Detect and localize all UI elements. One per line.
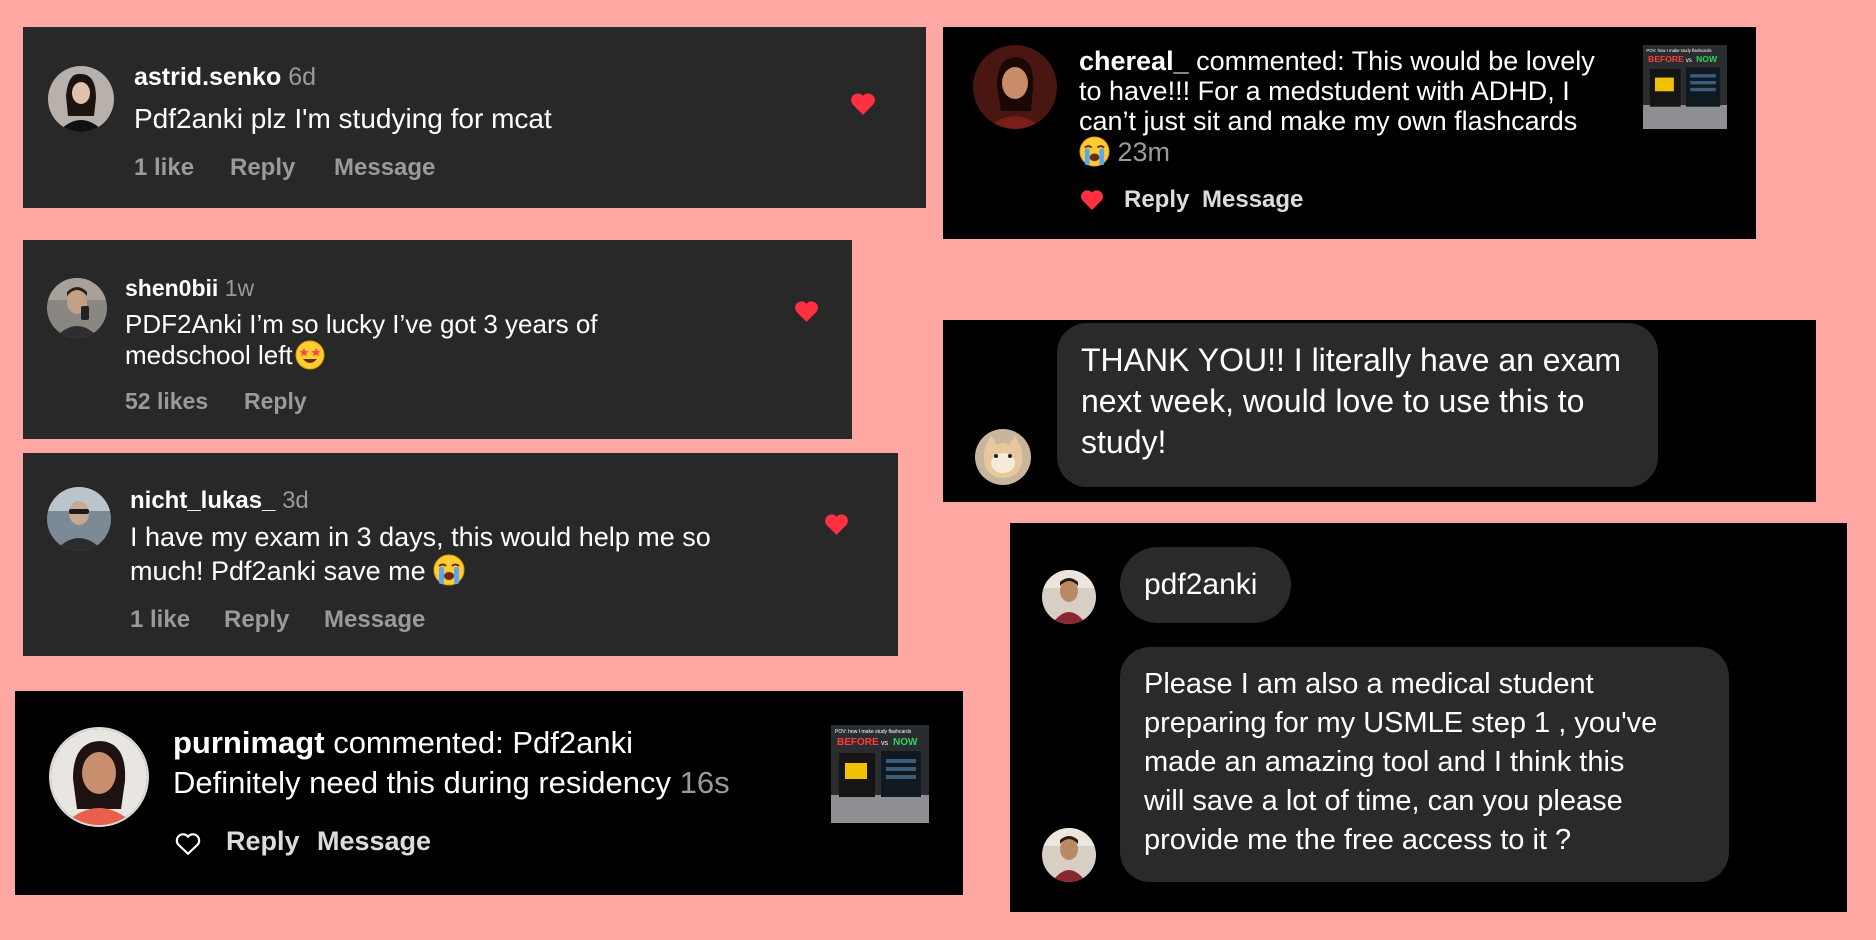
comment-card-nicht: nicht_lukas_ 3d I have my exam in 3 days… [23, 453, 898, 656]
heart-filled-icon[interactable] [1080, 189, 1104, 211]
thumb-before: BEFORE [1648, 54, 1684, 64]
message-button[interactable]: Message [324, 606, 425, 634]
crying-face-emoji-icon [1079, 136, 1110, 167]
thumb-now: NOW [1696, 54, 1718, 64]
avatar[interactable] [47, 487, 111, 551]
reply-button[interactable]: Reply [244, 388, 307, 415]
heart-filled-icon[interactable] [824, 513, 849, 536]
username[interactable]: purnimagt [173, 725, 325, 760]
reply-button[interactable]: Reply [1124, 186, 1189, 214]
notification-line1: chereal_ commented: This would be lovely [1079, 46, 1595, 77]
heart-outline-icon[interactable] [175, 832, 201, 856]
comment-text-line2: to have!!! For a medstudent with ADHD, I [1079, 76, 1570, 106]
message-line: THANK YOU!! I literally have an exam [1081, 342, 1622, 378]
message-line: preparing for my USMLE step 1 , you've [1144, 707, 1658, 739]
thumb-caption: POV: how I make study flashcards [835, 729, 912, 735]
message-button[interactable]: Message [317, 826, 431, 857]
comment-text-line2: much! Pdf2anki save me [130, 554, 465, 587]
timestamp: 23m [1117, 137, 1171, 167]
crying-face-emoji-icon [433, 554, 465, 586]
thumb-vs: vs [1686, 58, 1692, 64]
post-thumbnail[interactable]: POV: how I make study flashcards BEFORE … [1643, 45, 1727, 129]
notification-line2: Definitely need this during residency 16… [173, 765, 730, 801]
notification-line1: purnimagt commented: Pdf2anki [173, 725, 633, 761]
message-bubble[interactable]: pdf2anki [1120, 547, 1291, 623]
reply-button[interactable]: Reply [230, 154, 295, 182]
username[interactable]: astrid.senko 6d [134, 63, 316, 92]
message-line: next week, would love to use this to [1081, 383, 1585, 419]
post-thumbnail[interactable]: POV: how I make study flashcards BEFORE … [831, 725, 929, 823]
username-text[interactable]: astrid.senko [134, 63, 281, 91]
thumb-before: BEFORE [837, 737, 879, 748]
comment-text-line2: medschool left [125, 340, 325, 371]
reply-button[interactable]: Reply [226, 826, 300, 857]
message-button[interactable]: Message [1202, 186, 1303, 214]
message-bubble[interactable]: Please I am also a medical student prepa… [1120, 647, 1729, 882]
thumb-caption: POV: how I make study flashcards [1646, 48, 1711, 53]
comment-card-astrid: astrid.senko 6d Pdf2anki plz I'm studyin… [23, 27, 926, 208]
avatar[interactable] [47, 278, 107, 338]
comment-text-line2-text: medschool left [125, 340, 293, 370]
comment-text-line1: commented: This would be lovely [1196, 46, 1595, 76]
comment-text-line3: can’t just sit and make my own flashcard… [1079, 106, 1578, 136]
dm-thread-1: THANK YOU!! I literally have an exam nex… [943, 320, 1816, 502]
avatar[interactable] [49, 727, 149, 827]
reply-button[interactable]: Reply [224, 606, 289, 634]
star-struck-emoji-icon [295, 340, 325, 370]
comment-notification-purnimagt: purnimagt commented: Pdf2anki Definitely… [15, 691, 963, 895]
thumb-now: NOW [893, 737, 918, 748]
heart-filled-icon[interactable] [850, 92, 876, 116]
notification-commented: commented: Pdf2anki [333, 725, 634, 760]
username[interactable]: chereal_ [1079, 46, 1189, 76]
username-text[interactable]: nicht_lukas_ [130, 487, 275, 514]
comment-notification-chereal: chereal_ commented: This would be lovely… [943, 27, 1756, 239]
comment-text-line2-text: much! Pdf2anki save me [130, 556, 426, 586]
username[interactable]: nicht_lukas_ 3d [130, 487, 309, 515]
dm-thread-2: pdf2anki Please I am also a medical stud… [1010, 523, 1847, 912]
timestamp: 6d [288, 63, 317, 91]
message-button[interactable]: Message [334, 154, 435, 182]
message-line: will save a lot of time, can you please [1144, 785, 1623, 817]
avatar[interactable] [1042, 828, 1096, 882]
message-bubble[interactable]: THANK YOU!! I literally have an exam nex… [1057, 323, 1658, 487]
comment-text: Definitely need this during residency [173, 765, 671, 800]
username[interactable]: shen0bii 1w [125, 275, 254, 302]
avatar[interactable] [973, 45, 1057, 129]
comment-text-line1: I have my exam in 3 days, this would hel… [130, 522, 711, 552]
message-line: study! [1081, 424, 1167, 460]
username-text[interactable]: shen0bii [125, 275, 218, 301]
message-line: provide me the free access to it ? [1144, 824, 1572, 856]
message-line: Please I am also a medical student [1144, 668, 1594, 700]
avatar[interactable] [48, 66, 114, 132]
comment-card-shen: shen0bii 1w PDF2Anki I’m so lucky I’ve g… [23, 240, 852, 439]
message-line: pdf2anki [1144, 568, 1258, 601]
heart-filled-icon[interactable] [794, 300, 819, 323]
comment-text-line1: PDF2Anki I’m so lucky I’ve got 3 years o… [125, 309, 598, 339]
like-count[interactable]: 52 likes [125, 388, 208, 415]
timestamp: 3d [282, 487, 309, 514]
thumb-vs: vs [881, 740, 889, 747]
timestamp: 16s [679, 765, 730, 800]
notification-line4: 23m [1079, 136, 1170, 168]
avatar[interactable] [1042, 570, 1096, 624]
avatar[interactable] [975, 429, 1031, 485]
like-count[interactable]: 1 like [130, 606, 190, 634]
timestamp: 1w [224, 275, 255, 301]
message-line: made an amazing tool and I think this [1144, 746, 1625, 778]
like-count[interactable]: 1 like [134, 154, 194, 182]
comment-text: Pdf2anki plz I'm studying for mcat [134, 103, 552, 134]
